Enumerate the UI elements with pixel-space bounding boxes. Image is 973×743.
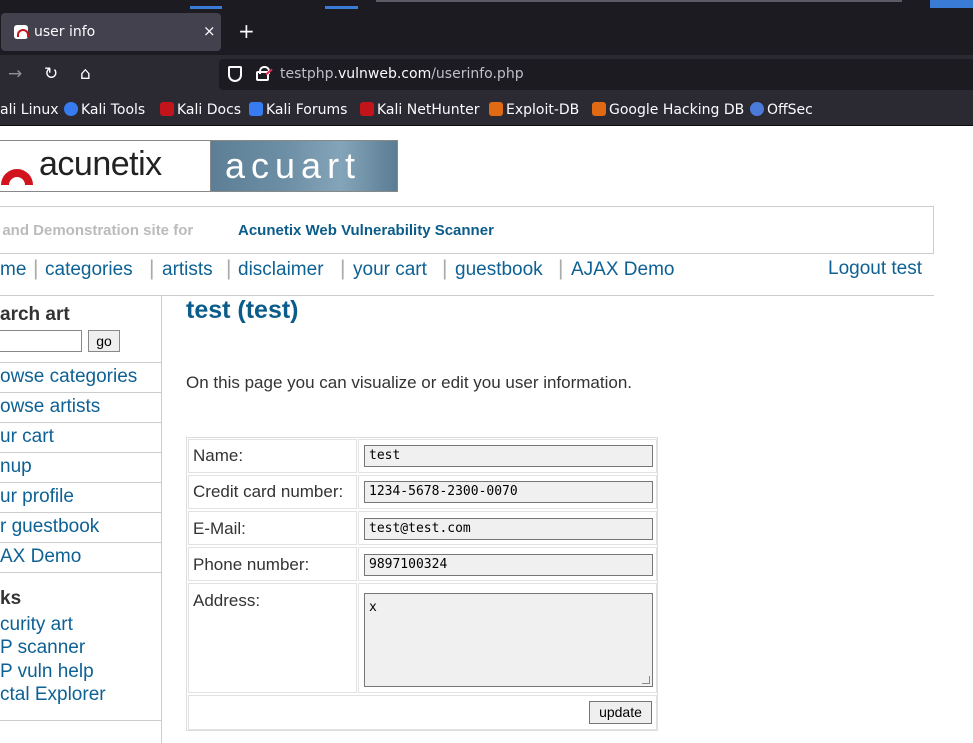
phone-field[interactable]: 9897100324 xyxy=(364,554,653,576)
logout-link[interactable]: Logout test xyxy=(828,258,922,280)
bookmark-kali-forums[interactable]: Kali Forums xyxy=(249,102,347,118)
address-value: x xyxy=(369,600,377,615)
links-heading: ks xyxy=(0,588,22,609)
home-icon[interactable]: ⌂ xyxy=(80,63,91,85)
tab-title: user info xyxy=(34,24,96,40)
reload-icon[interactable]: ↻ xyxy=(44,63,58,85)
sidebar-item-signup[interactable]: nup xyxy=(0,452,161,482)
offsec-icon xyxy=(750,102,764,116)
acunetix-logo-icon xyxy=(1,169,33,185)
acunetix-favicon-icon xyxy=(14,25,29,39)
new-tab-button[interactable]: + xyxy=(238,20,255,42)
search-art-heading: arch art xyxy=(0,304,70,325)
sidebar-item-browse-categories[interactable]: owse categories xyxy=(0,362,161,392)
menu-home[interactable]: me xyxy=(0,259,26,281)
bookmark-exploit-db[interactable]: Exploit-DB xyxy=(489,102,579,118)
update-button[interactable]: update xyxy=(589,701,652,724)
menu-guestbook[interactable]: guestbook xyxy=(455,259,543,281)
menu-separator: | xyxy=(340,257,346,280)
sidebar-item-ajax-demo[interactable]: AX Demo xyxy=(0,542,161,572)
site-tagline: ST and Demonstration site for Acunetix W… xyxy=(0,206,934,254)
exploitdb-icon xyxy=(489,102,503,116)
sidebar-divider xyxy=(0,720,161,722)
menu-artists[interactable]: artists xyxy=(162,259,213,281)
ghdb-icon xyxy=(592,102,606,116)
form-action-cell xyxy=(188,695,657,730)
web-page: acunetix acuart ST and Demonstration sit… xyxy=(0,126,973,743)
phone-label: Phone number: xyxy=(193,555,310,574)
address-bar[interactable]: testphp.vulnweb.com/userinfo.php xyxy=(219,59,973,90)
navigation-toolbar: → ↻ ⌂ testphp.vulnweb.com/userinfo.php xyxy=(0,55,973,95)
email-field[interactable]: test@test.com xyxy=(364,518,653,540)
name-label: Name: xyxy=(193,446,244,465)
nethunter-icon xyxy=(360,102,374,116)
kali-forums-icon xyxy=(249,102,263,116)
os-top-strip xyxy=(0,0,973,10)
credit-card-field[interactable]: 1234-5678-2300-0070 xyxy=(364,481,653,503)
address-textarea[interactable]: x xyxy=(364,593,653,687)
tagline-prefix: ST and Demonstration site for xyxy=(0,222,194,239)
close-tab-icon[interactable]: × xyxy=(203,22,216,40)
tab-user-info[interactable]: user info × xyxy=(1,13,221,51)
logo-text: acunetix xyxy=(39,145,162,183)
forward-arrow-icon[interactable]: → xyxy=(8,63,22,85)
sidebar-item-browse-artists[interactable]: owse artists xyxy=(0,392,161,422)
acuart-logo[interactable]: acuart xyxy=(210,140,398,192)
bookmarks-toolbar: ali Linux Kali Tools Kali Docs Kali Foru… xyxy=(0,95,973,126)
menu-disclaimer[interactable]: disclaimer xyxy=(238,259,324,281)
bookmark-kali-nethunter[interactable]: Kali NetHunter xyxy=(360,102,479,118)
credit-card-label: Credit card number: xyxy=(193,482,344,501)
sidebar-item-our-guestbook[interactable]: r guestbook xyxy=(0,512,161,542)
bookmark-kali-linux[interactable]: ali Linux xyxy=(0,102,59,118)
tracking-shield-icon[interactable] xyxy=(228,66,242,82)
url-text[interactable]: testphp.vulnweb.com/userinfo.php xyxy=(280,66,524,82)
user-info-form: Name: test Credit card number: 1234-5678… xyxy=(186,437,658,731)
bookmark-offsec[interactable]: OffSec xyxy=(750,102,813,118)
search-art-input[interactable] xyxy=(0,330,82,352)
menu-categories[interactable]: categories xyxy=(45,259,133,281)
acunetix-logo[interactable]: acunetix xyxy=(0,140,210,192)
main-menu: me | categories | artists | disclaimer |… xyxy=(0,254,934,296)
bookmark-kali-docs[interactable]: Kali Docs xyxy=(160,102,241,118)
bookmark-google-hacking-db[interactable]: Google Hacking DB xyxy=(592,102,744,118)
menu-your-cart[interactable]: your cart xyxy=(353,259,427,281)
sidebar-item-your-cart[interactable]: ur cart xyxy=(0,422,161,452)
search-go-button[interactable]: go xyxy=(88,330,120,352)
menu-separator: | xyxy=(149,257,155,280)
sidebar-link-php-scanner[interactable]: P scanner xyxy=(0,637,85,659)
address-label: Address: xyxy=(193,591,261,610)
acuart-logo-text: acuart xyxy=(225,145,362,186)
intro-text: On this page you can visualize or edit y… xyxy=(186,373,633,392)
kali-tools-icon xyxy=(64,102,78,116)
sidebar-divider xyxy=(0,572,161,574)
sidebar-link-php-vuln-help[interactable]: P vuln help xyxy=(0,661,94,683)
tagline-link[interactable]: Acunetix Web Vulnerability Scanner xyxy=(238,222,494,239)
insecure-lock-icon[interactable] xyxy=(256,66,270,81)
left-sidebar: arch art go owse categories owse artists… xyxy=(0,296,162,743)
email-label: E-Mail: xyxy=(193,519,246,538)
page-title: test (test) xyxy=(186,296,299,324)
tab-bar: user info × + xyxy=(0,10,973,55)
resize-grip-icon[interactable] xyxy=(642,676,650,684)
menu-separator: | xyxy=(558,257,564,280)
sidebar-item-your-profile[interactable]: ur profile xyxy=(0,482,161,512)
bookmark-kali-tools[interactable]: Kali Tools xyxy=(64,102,145,118)
menu-separator: | xyxy=(33,257,39,280)
sidebar-link-security-art[interactable]: curity art xyxy=(0,614,73,636)
sidebar-link-fractal-explorer[interactable]: ctal Explorer xyxy=(0,684,106,706)
kali-docs-icon xyxy=(160,102,174,116)
menu-ajax-demo[interactable]: AJAX Demo xyxy=(571,259,674,281)
menu-separator: | xyxy=(226,257,232,280)
name-field[interactable]: test xyxy=(364,445,653,467)
menu-separator: | xyxy=(442,257,448,280)
